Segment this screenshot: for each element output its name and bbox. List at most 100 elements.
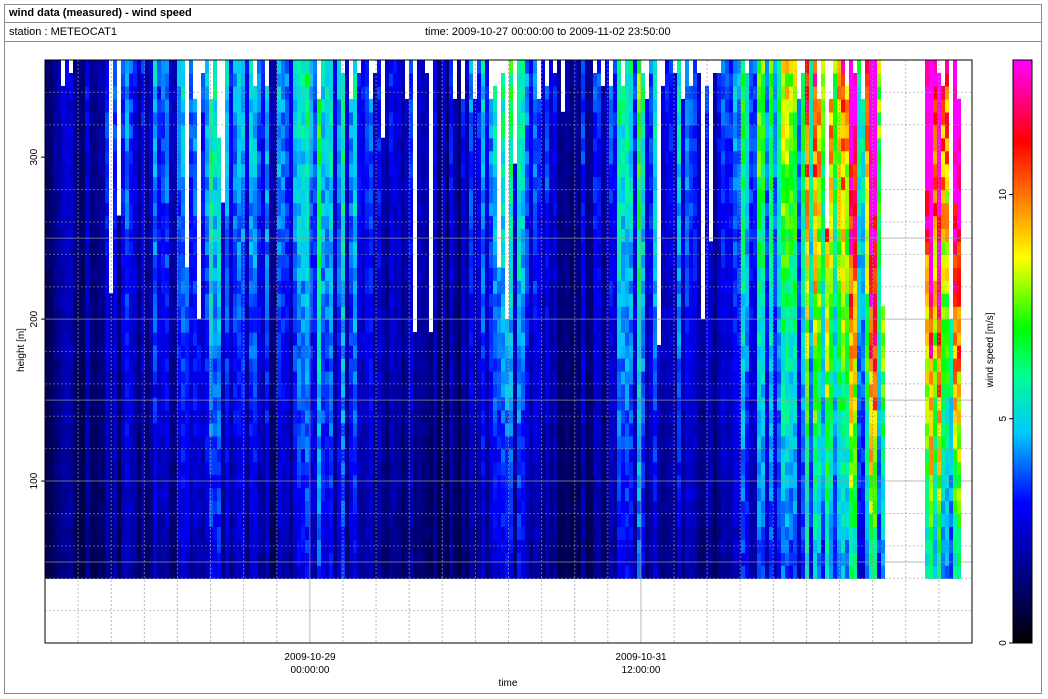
- heatmap-cell: [289, 565, 293, 579]
- heatmap-cell: [525, 73, 529, 87]
- heatmap-cell: [73, 552, 77, 566]
- heatmap-cell: [181, 513, 185, 527]
- heatmap-cell: [513, 319, 517, 333]
- heatmap-cell: [265, 254, 269, 268]
- heatmap-cell: [525, 189, 529, 204]
- heatmap-cell: [489, 500, 493, 515]
- heatmap-cell: [325, 150, 329, 165]
- heatmap-cell: [445, 319, 449, 333]
- heatmap-cell: [509, 228, 513, 242]
- heatmap-cell: [393, 254, 397, 268]
- heatmap-cell: [61, 487, 65, 502]
- heatmap-cell: [385, 189, 389, 204]
- heatmap-cell: [241, 461, 245, 476]
- heatmap-cell: [45, 552, 49, 566]
- heatmap-cell: [493, 202, 497, 217]
- heatmap-cell: [73, 202, 77, 217]
- heatmap-cell: [221, 500, 225, 515]
- heatmap-cell: [465, 267, 469, 281]
- heatmap-cell: [421, 176, 425, 191]
- heatmap-cell: [281, 565, 285, 579]
- heatmap-cell: [257, 267, 261, 281]
- heatmap-cell: [153, 306, 157, 320]
- heatmap-cell: [97, 552, 101, 566]
- heatmap-cell: [165, 332, 169, 346]
- heatmap-cell: [557, 487, 561, 502]
- heatmap-cell: [169, 383, 173, 398]
- heatmap-cell: [397, 60, 401, 74]
- heatmap-cell: [281, 370, 285, 385]
- heatmap-cell: [145, 241, 149, 255]
- heatmap-cell: [157, 189, 161, 204]
- heatmap-cell: [521, 228, 525, 242]
- heatmap-cell: [169, 422, 173, 437]
- heatmap-cell: [301, 241, 305, 255]
- heatmap-cell: [213, 176, 217, 191]
- heatmap-cell: [229, 396, 233, 411]
- heatmap-cell: [381, 358, 385, 372]
- heatmap-cell: [237, 422, 241, 437]
- heatmap-cell: [113, 73, 117, 87]
- heatmap-cell: [321, 293, 325, 307]
- heatmap-cell: [185, 293, 189, 307]
- heatmap-cell: [225, 124, 229, 139]
- heatmap-cell: [313, 137, 317, 152]
- heatmap-cell: [377, 435, 381, 450]
- heatmap-cell: [337, 124, 341, 139]
- heatmap-cell: [241, 176, 245, 191]
- heatmap-cell: [497, 293, 501, 307]
- heatmap-cell: [241, 267, 245, 281]
- heatmap-cell: [329, 487, 333, 502]
- heatmap-cell: [449, 111, 453, 126]
- heatmap-cell: [561, 254, 565, 268]
- heatmap-cell: [361, 448, 365, 463]
- heatmap-cell: [45, 306, 49, 320]
- heatmap-cell: [337, 73, 341, 87]
- heatmap-cell: [49, 176, 53, 191]
- heatmap-cell: [241, 422, 245, 437]
- heatmap-cell: [417, 202, 421, 217]
- heatmap-cell: [213, 461, 217, 476]
- heatmap-cell: [521, 513, 525, 527]
- heatmap-cell: [281, 332, 285, 346]
- heatmap-cell: [49, 500, 53, 515]
- heatmap-cell: [489, 267, 493, 281]
- heatmap-cell: [517, 228, 521, 242]
- heatmap-cell: [193, 163, 197, 178]
- heatmap-cell: [393, 60, 397, 74]
- heatmap-cell: [121, 435, 125, 450]
- heatmap-cell: [433, 137, 437, 152]
- heatmap-cell: [45, 332, 49, 346]
- heatmap-cell: [325, 487, 329, 502]
- heatmap-cell: [153, 150, 157, 165]
- heatmap-cell: [425, 73, 429, 87]
- heatmap-cell: [133, 513, 137, 527]
- heatmap-cell: [325, 383, 329, 398]
- heatmap-cell: [405, 293, 409, 307]
- heatmap-cell: [453, 241, 457, 255]
- heatmap-cell: [513, 565, 517, 579]
- heatmap-cell: [173, 202, 177, 217]
- heatmap-cell: [389, 60, 393, 74]
- heatmap-cell: [321, 60, 325, 74]
- heatmap-cell: [457, 163, 461, 178]
- heatmap-cell: [269, 137, 273, 152]
- heatmap-cell: [121, 98, 125, 113]
- heatmap-cell: [449, 124, 453, 139]
- heatmap-cell: [149, 176, 153, 191]
- heatmap-cell: [125, 293, 129, 307]
- heatmap-cell: [461, 435, 465, 450]
- heatmap-cell: [57, 461, 61, 476]
- heatmap-cell: [377, 513, 381, 527]
- heatmap-cell: [529, 370, 533, 385]
- heatmap-cell: [489, 448, 493, 463]
- heatmap-cell: [213, 150, 217, 165]
- heatmap-cell: [353, 111, 357, 126]
- heatmap-cell: [241, 332, 245, 346]
- heatmap-cell: [517, 150, 521, 165]
- heatmap-cell: [97, 448, 101, 463]
- heatmap-cell: [501, 137, 505, 152]
- heatmap-cell: [333, 487, 337, 502]
- heatmap-cell: [289, 73, 293, 87]
- heatmap-cell: [449, 98, 453, 113]
